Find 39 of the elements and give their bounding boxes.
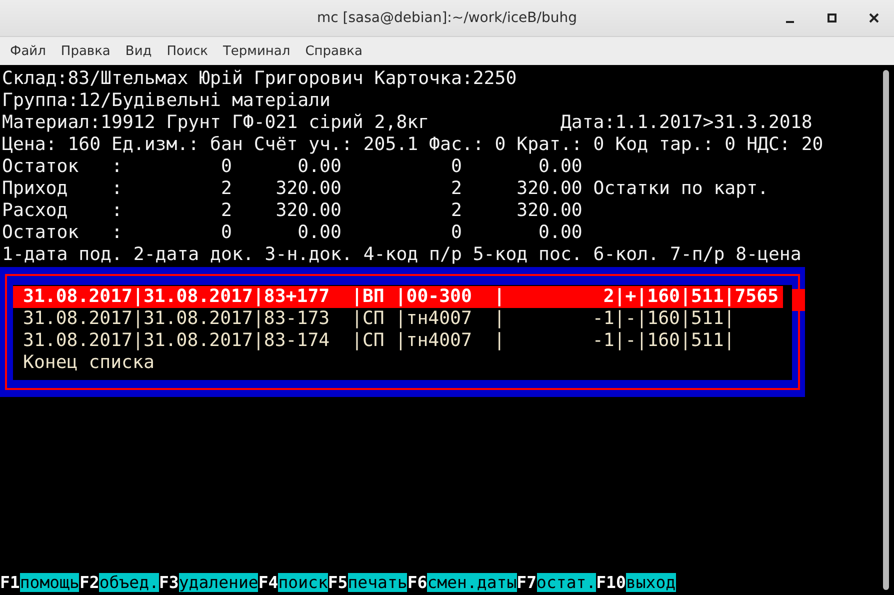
menu-item[interactable]: Файл	[4, 42, 52, 60]
window-title: mc [sasa@debian]:~/work/iceB/buhg	[317, 10, 577, 26]
menu-item[interactable]: Правка	[54, 42, 116, 60]
terminal-line: Остаток : 0 0.00 0 0.00	[1, 222, 584, 244]
function-key-label: F10	[596, 572, 626, 592]
list-row[interactable]: 31.08.2017|31.08.2017|83-174 |СП |тн4007 | -1|-|160|511|	[13, 330, 739, 352]
terminal-line: Расход : 2 320.00 2 320.00	[1, 200, 584, 222]
function-key-button[interactable]: поиск	[278, 572, 328, 592]
list-row[interactable]: 31.08.2017|31.08.2017|83+177 |ВП |00-300 | 2|+|160|511|7565	[13, 286, 783, 308]
list-row[interactable]: 31.08.2017|31.08.2017|83-173 |СП |тн4007 | -1|-|160|511|	[13, 308, 739, 330]
function-key-button[interactable]: печать	[348, 572, 408, 592]
menu-item[interactable]: Терминал	[216, 42, 296, 60]
terminal-line: 1-дата под. 2-дата док. 3-н.док. 4-код п/р 5-код пос. 6-кол. 7-п/р 8-цена	[1, 244, 802, 266]
scrollbar[interactable]	[883, 70, 889, 590]
menu-item[interactable]: Вид	[119, 42, 158, 60]
function-key-button[interactable]: помощь	[20, 572, 80, 592]
function-key-label: F1	[0, 572, 20, 592]
function-key-button[interactable]: выход	[626, 572, 676, 592]
close-icon[interactable]	[868, 12, 880, 24]
maximize-icon[interactable]	[826, 12, 838, 24]
function-key-label: F5	[328, 572, 348, 592]
terminal-line: Остаток : 0 0.00 0 0.00	[1, 156, 584, 178]
terminal-line: Склад:83/Штельмах Юрій Григорович Карточка:2250	[1, 68, 518, 90]
function-key-label: F2	[79, 572, 100, 592]
function-key-button[interactable]: удаление	[178, 572, 258, 592]
terminal-line: Цена: 160 Ед.изм.: бан Счёт уч.: 205.1 Фас.: 0 Крат.: 0 Код тар.: 0 НДС: 20	[1, 134, 824, 156]
menu-item[interactable]: Справка	[299, 42, 368, 60]
terminal-line: Группа:12/Будівельні матеріали	[1, 90, 332, 112]
terminal-line: Приход : 2 320.00 2 320.00 Остатки по карт.	[1, 178, 770, 200]
menu-item[interactable]: Поиск	[160, 42, 214, 60]
function-key-button[interactable]: остат.	[536, 572, 596, 592]
end-of-list-label: Конец списка	[22, 352, 156, 374]
function-key-button[interactable]: смен.даты	[427, 572, 517, 592]
terminal-line: Материал:19912 Грунт ГФ-021 сірий 2,8кг Дата:1.1.2017>31.3.2018	[1, 112, 814, 134]
function-key-label: F7	[516, 572, 537, 592]
function-key-label: F4	[258, 572, 278, 592]
function-key-label: F3	[158, 572, 179, 592]
function-key-button[interactable]: объед.	[99, 572, 159, 592]
function-key-label: F6	[407, 572, 428, 592]
